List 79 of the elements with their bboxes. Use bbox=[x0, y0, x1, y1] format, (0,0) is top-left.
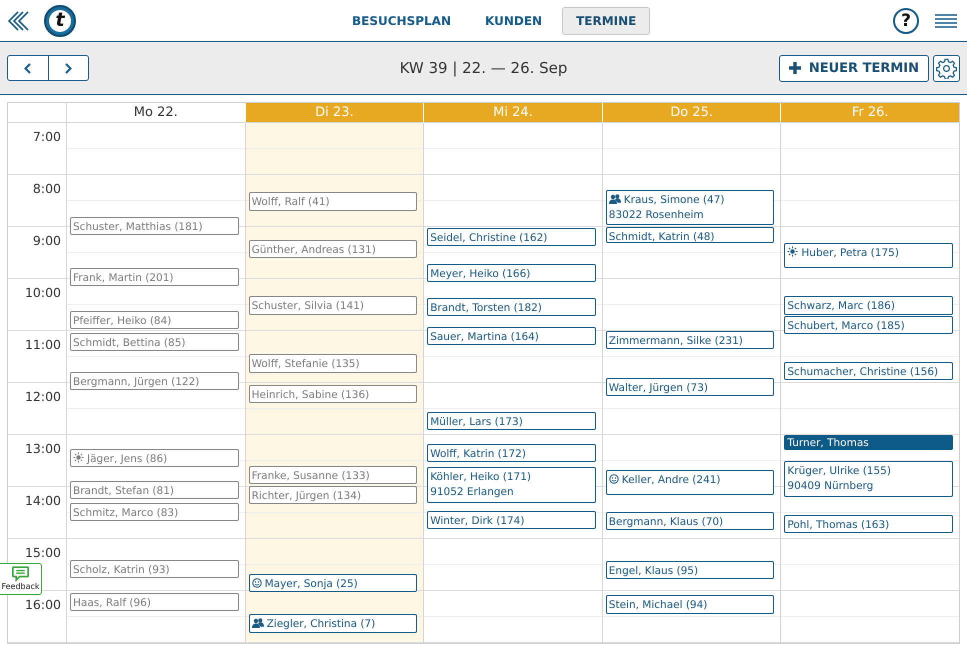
appointment[interactable]: Engel, Klaus (95) bbox=[606, 560, 774, 579]
hour-label: 10:00 bbox=[24, 285, 61, 300]
appointment[interactable]: Ziegler, Christina (7) bbox=[248, 614, 418, 633]
appointment[interactable]: Krüger, Ulrike (155) 90409 Nürnberg bbox=[784, 461, 953, 497]
appointment[interactable]: Jäger, Jens (86) bbox=[70, 448, 239, 468]
appointment[interactable]: Scholz, Katrin (93) bbox=[70, 560, 239, 578]
chat-icon bbox=[12, 566, 29, 582]
hour-label: 12:00 bbox=[24, 389, 61, 404]
help-button[interactable]: ? bbox=[893, 8, 919, 34]
appointment[interactable]: Bergmann, Klaus (70) bbox=[606, 512, 774, 530]
appointment[interactable]: Schuster, Matthias (181) bbox=[70, 216, 239, 235]
day-header: Mi 24. bbox=[423, 103, 602, 123]
nav-tab[interactable]: KUNDEN bbox=[471, 6, 556, 34]
hour-label: 14:00 bbox=[24, 493, 61, 508]
appointment[interactable]: Schuster, Silvia (141) bbox=[248, 296, 418, 315]
people-icon bbox=[608, 194, 621, 204]
appointment[interactable]: Köhler, Heiko (171) 91052 Erlangen bbox=[427, 467, 596, 503]
day-header: Fr 26. bbox=[780, 103, 959, 123]
smiley-icon bbox=[252, 578, 262, 588]
nav-tab[interactable]: BESUCHSPLAN bbox=[338, 6, 465, 34]
menu-icon[interactable] bbox=[935, 14, 957, 28]
settings-icon bbox=[936, 58, 957, 78]
appointment[interactable]: Huber, Petra (175) bbox=[784, 242, 953, 268]
appointment[interactable]: Walter, Jürgen (73) bbox=[606, 378, 774, 396]
sun-icon bbox=[73, 452, 84, 463]
plus-icon bbox=[788, 62, 801, 74]
hour-label: 7:00 bbox=[32, 129, 61, 144]
sun-icon bbox=[787, 246, 798, 257]
appointment[interactable]: Zimmermann, Silke (231) bbox=[606, 331, 774, 350]
hour-label: 15:00 bbox=[24, 545, 61, 560]
new-appointment-button[interactable]: NEUER TERMIN bbox=[778, 54, 929, 82]
appointment[interactable]: Brandt, Stefan (81) bbox=[70, 480, 239, 500]
hour-label: 16:00 bbox=[24, 597, 61, 612]
appointment[interactable]: Sauer, Martina (164) bbox=[427, 326, 596, 345]
hour-label: 13:00 bbox=[24, 441, 61, 456]
appointment[interactable]: Franke, Susanne (133) bbox=[248, 466, 418, 484]
appointment[interactable]: Pohl, Thomas (163) bbox=[784, 514, 953, 533]
appointment[interactable]: Schmitz, Marco (83) bbox=[70, 502, 239, 521]
appointment[interactable]: Brandt, Torsten (182) bbox=[427, 298, 596, 316]
settings-button[interactable] bbox=[933, 54, 960, 82]
feedback-button[interactable]: Feedback bbox=[0, 563, 42, 595]
day-header: Do 25. bbox=[602, 103, 780, 123]
appointment[interactable]: Heinrich, Sabine (136) bbox=[248, 384, 418, 403]
appointment[interactable]: Seidel, Christine (162) bbox=[427, 228, 596, 246]
chevron-right-icon bbox=[64, 62, 72, 74]
appointment[interactable]: Kraus, Simone (47) 83022 Rosenheim bbox=[606, 190, 774, 226]
appointment[interactable]: Turner, Thomas bbox=[784, 435, 953, 450]
day-header: Mo 22. bbox=[66, 103, 245, 123]
hour-label: 8:00 bbox=[32, 181, 61, 196]
appointment[interactable]: Pfeiffer, Heiko (84) bbox=[70, 311, 239, 330]
appointment[interactable]: Keller, Andre (241) bbox=[606, 470, 774, 495]
appointment[interactable]: Müller, Lars (173) bbox=[427, 412, 596, 430]
appointment[interactable]: Schmidt, Bettina (85) bbox=[70, 332, 239, 351]
appointment[interactable]: Mayer, Sonja (25) bbox=[248, 574, 418, 592]
appointment[interactable]: Stein, Michael (94) bbox=[606, 595, 774, 614]
hour-label: 11:00 bbox=[24, 337, 61, 352]
appointment[interactable]: Wolff, Ralf (41) bbox=[248, 192, 418, 211]
appointment[interactable]: Schwarz, Marc (186) bbox=[784, 296, 953, 315]
appointment[interactable]: Haas, Ralf (96) bbox=[70, 592, 239, 611]
appointment[interactable]: Bergmann, Jürgen (122) bbox=[70, 372, 239, 390]
smiley-icon bbox=[608, 474, 619, 484]
nav-tab[interactable]: TERMINE bbox=[562, 6, 650, 34]
appointment[interactable]: Richter, Jürgen (134) bbox=[248, 486, 418, 504]
appointment[interactable]: Winter, Dirk (174) bbox=[427, 511, 596, 530]
day-header: Di 23. bbox=[244, 103, 424, 123]
appointment[interactable]: Schumacher, Christine (156) bbox=[784, 362, 953, 380]
collapse-icon[interactable] bbox=[8, 10, 30, 30]
week-title: KW 39 | 22. — 26. Sep bbox=[400, 59, 568, 77]
hour-label: 9:00 bbox=[32, 233, 61, 248]
appointment[interactable]: Meyer, Heiko (166) bbox=[427, 264, 596, 282]
appointment[interactable]: Wolff, Katrin (172) bbox=[427, 444, 596, 462]
chevron-left-icon bbox=[24, 62, 32, 74]
app-logo: t bbox=[44, 4, 76, 36]
people-icon bbox=[252, 618, 264, 628]
appointment[interactable]: Schubert, Marco (185) bbox=[784, 316, 953, 334]
appointment[interactable]: Günther, Andreas (131) bbox=[248, 240, 418, 258]
appointment[interactable]: Frank, Martin (201) bbox=[70, 268, 239, 286]
appointment[interactable]: Schmidt, Katrin (48) bbox=[606, 227, 774, 244]
appointment[interactable]: Wolff, Stefanie (135) bbox=[248, 354, 418, 373]
